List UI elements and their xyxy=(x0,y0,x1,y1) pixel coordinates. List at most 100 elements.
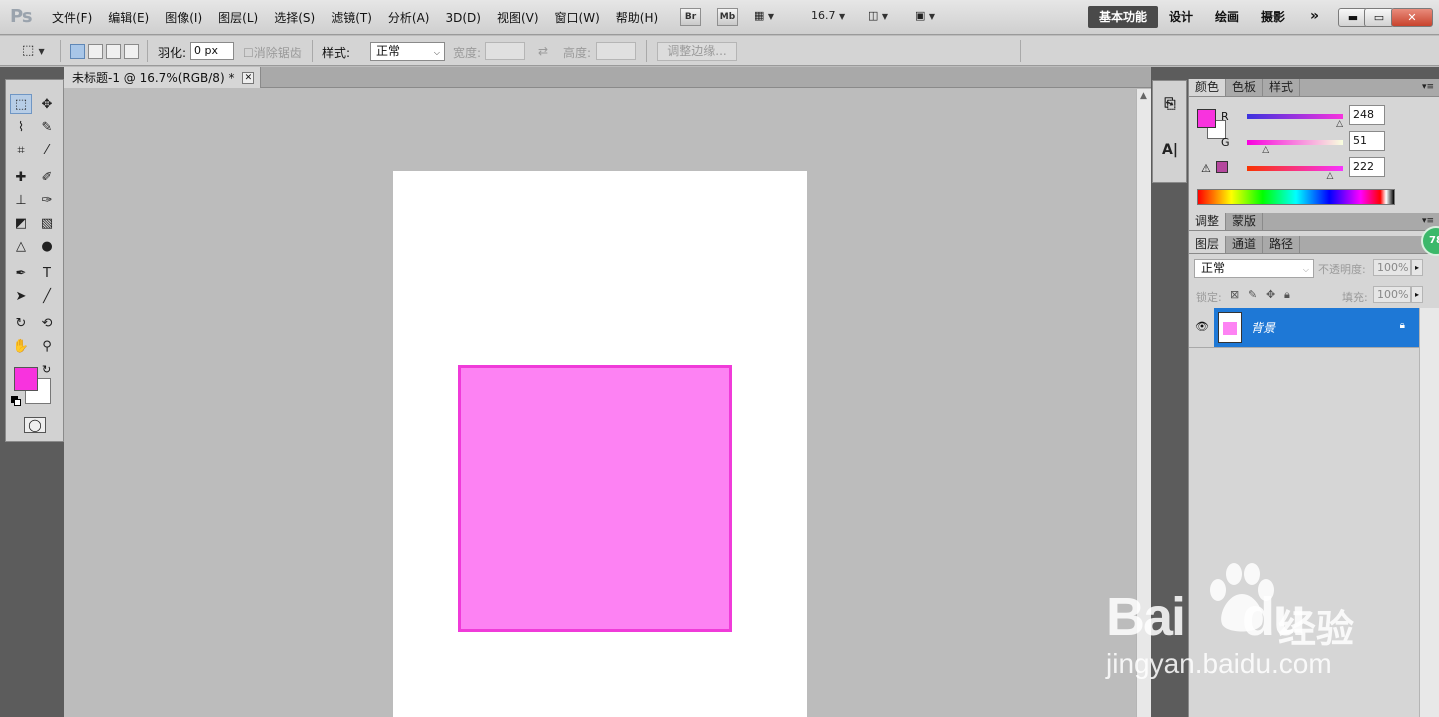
menu-image[interactable]: 图像(I) xyxy=(157,9,210,27)
blue-slider-thumb[interactable]: △ xyxy=(1327,171,1334,181)
workspace-photography[interactable]: 摄影 xyxy=(1250,6,1296,28)
type-tool-icon[interactable]: T xyxy=(36,263,58,283)
dodge-tool-icon[interactable]: ● xyxy=(36,236,58,256)
marquee-preset-picker[interactable]: ⬚ ▼ xyxy=(22,43,45,58)
layer-selected[interactable]: 背景 🔒︎ xyxy=(1214,308,1419,347)
menu-3d[interactable]: 3D(D) xyxy=(437,9,488,27)
view-extras-dropdown[interactable]: ▦ ▼ xyxy=(754,9,774,22)
foreground-color-swatch[interactable] xyxy=(14,367,38,391)
lasso-tool-icon[interactable]: ⌇ xyxy=(10,117,32,137)
opacity-input[interactable]: 100% xyxy=(1373,259,1411,276)
tab-styles[interactable]: 样式 xyxy=(1263,79,1301,96)
menu-select[interactable]: 选择(S) xyxy=(266,9,323,27)
restore-button[interactable]: ▭ xyxy=(1364,8,1394,27)
menu-filter[interactable]: 滤镜(T) xyxy=(323,9,380,27)
crop-tool-icon[interactable]: ⌗ xyxy=(10,140,32,160)
history-panel-icon[interactable]: ⎘ xyxy=(1159,93,1181,115)
zoom-dropdown[interactable]: 16.7 ▼ xyxy=(811,9,845,22)
menu-window[interactable]: 窗口(W) xyxy=(547,9,608,27)
3d-orbit-tool-icon[interactable]: ⟲ xyxy=(36,313,58,333)
path-selection-tool-icon[interactable]: ➤ xyxy=(10,286,32,306)
menu-view[interactable]: 视图(V) xyxy=(489,9,547,27)
menu-help[interactable]: 帮助(H) xyxy=(608,9,666,27)
pink-rectangle-shape[interactable] xyxy=(458,365,732,632)
lock-transparent-icon[interactable]: ⊠ xyxy=(1230,288,1239,301)
line-tool-icon[interactable]: ╱ xyxy=(36,286,58,306)
width-input[interactable] xyxy=(485,42,525,60)
new-selection-mode[interactable] xyxy=(70,44,85,59)
workspace-essentials[interactable]: 基本功能 xyxy=(1088,6,1159,28)
3d-rotate-tool-icon[interactable]: ↻ xyxy=(10,313,32,333)
more-workspaces-button[interactable]: » xyxy=(1310,8,1319,24)
menu-file[interactable]: 文件(F) xyxy=(44,9,100,27)
move-tool-icon[interactable]: ✥ xyxy=(36,94,58,114)
rectangle-marquee-tool-icon[interactable]: ⬚ xyxy=(10,94,32,114)
green-slider-thumb[interactable]: △ xyxy=(1262,145,1269,155)
tab-swatches[interactable]: 色板 xyxy=(1226,79,1264,96)
blur-tool-icon[interactable]: △ xyxy=(10,236,32,256)
mini-bridge-button[interactable]: Mb xyxy=(717,8,738,26)
hand-tool-icon[interactable]: ✋ xyxy=(10,336,32,356)
tab-adjustments[interactable]: 调整 xyxy=(1189,213,1227,230)
swap-colors-icon[interactable]: ↻ xyxy=(42,363,51,376)
menu-layer[interactable]: 图层(L) xyxy=(210,9,266,27)
tab-color[interactable]: 颜色 xyxy=(1189,79,1227,96)
screen-mode-dropdown[interactable]: ▣ ▼ xyxy=(915,9,935,22)
swap-dimensions-icon[interactable]: ⇄ xyxy=(538,44,548,58)
quick-selection-tool-icon[interactable]: ✎ xyxy=(36,117,58,137)
close-button[interactable]: ✕ xyxy=(1391,8,1433,27)
default-colors-icon[interactable] xyxy=(11,396,21,406)
fill-arrow-icon[interactable]: ▸ xyxy=(1411,286,1423,303)
style-select[interactable]: 正常 ⌵ xyxy=(370,42,445,61)
red-slider-thumb[interactable]: △ xyxy=(1336,119,1343,129)
lock-image-icon[interactable]: ✎ xyxy=(1248,288,1257,301)
tab-channels[interactable]: 通道 xyxy=(1226,236,1264,253)
menu-edit[interactable]: 编辑(E) xyxy=(100,9,157,27)
tab-layers[interactable]: 图层 xyxy=(1189,236,1227,253)
color-panel-foreground-swatch[interactable] xyxy=(1197,109,1216,128)
close-document-icon[interactable]: ✕ xyxy=(242,71,255,84)
refine-edge-button[interactable]: 调整边缘... xyxy=(657,42,737,61)
lock-all-icon[interactable]: 🔒︎ xyxy=(1284,288,1290,302)
clone-stamp-tool-icon[interactable]: ⊥ xyxy=(10,190,32,210)
menu-analysis[interactable]: 分析(A) xyxy=(380,9,438,27)
gamut-correction-swatch[interactable] xyxy=(1216,161,1228,173)
tab-masks[interactable]: 蒙版 xyxy=(1226,213,1264,230)
subtract-selection-mode[interactable] xyxy=(106,44,121,59)
height-input[interactable] xyxy=(596,42,636,60)
gradient-tool-icon[interactable]: ▧ xyxy=(36,213,58,233)
panel-menu-icon[interactable]: ▾≡ xyxy=(1422,216,1434,226)
blend-mode-select[interactable]: 正常 ⌵ xyxy=(1194,259,1314,278)
panel-dock-header[interactable] xyxy=(1151,67,1439,79)
healing-brush-tool-icon[interactable]: ✚ xyxy=(10,167,32,187)
lock-position-icon[interactable]: ✥ xyxy=(1266,288,1275,301)
add-selection-mode[interactable] xyxy=(88,44,103,59)
green-value-input[interactable]: 51 xyxy=(1349,131,1385,151)
layer-row[interactable]: 👁︎ 背景 🔒︎ xyxy=(1189,308,1439,348)
tab-paths[interactable]: 路径 xyxy=(1263,236,1301,253)
red-value-input[interactable]: 248 xyxy=(1349,105,1385,125)
toolbox-header[interactable] xyxy=(0,67,64,79)
workspace-painting[interactable]: 绘画 xyxy=(1204,6,1250,28)
quick-mask-button[interactable]: ◯ xyxy=(24,417,46,433)
zoom-tool-icon[interactable]: ⚲ xyxy=(36,336,58,356)
pen-tool-icon[interactable]: ✒ xyxy=(10,263,32,283)
opacity-arrow-icon[interactable]: ▸ xyxy=(1411,259,1423,276)
bridge-button[interactable]: Br xyxy=(680,8,701,26)
character-panel-icon[interactable]: A| xyxy=(1159,139,1181,161)
document-tab[interactable]: 未标题-1 @ 16.7%(RGB/8) * ✕ xyxy=(64,67,262,88)
blue-value-input[interactable]: 222 xyxy=(1349,157,1385,177)
brush-tool-icon[interactable]: ✐ xyxy=(36,167,58,187)
arrange-documents-dropdown[interactable]: ◫ ▼ xyxy=(868,9,888,22)
workspace-design[interactable]: 设计 xyxy=(1158,6,1204,28)
color-spectrum-bar[interactable] xyxy=(1197,189,1395,205)
antialias-checkbox[interactable]: ☐消除锯齿 xyxy=(243,44,302,61)
intersect-selection-mode[interactable] xyxy=(124,44,139,59)
feather-input[interactable]: 0 px xyxy=(190,42,234,60)
gamut-warning-icon[interactable]: ⚠ xyxy=(1201,162,1211,175)
eyedropper-tool-icon[interactable]: ⁄ xyxy=(36,140,58,160)
scroll-up-icon[interactable]: ▲ xyxy=(1140,91,1147,101)
eraser-tool-icon[interactable]: ◩ xyxy=(10,213,32,233)
visibility-eye-icon[interactable]: 👁︎ xyxy=(1195,320,1209,333)
red-slider[interactable] xyxy=(1247,114,1343,119)
